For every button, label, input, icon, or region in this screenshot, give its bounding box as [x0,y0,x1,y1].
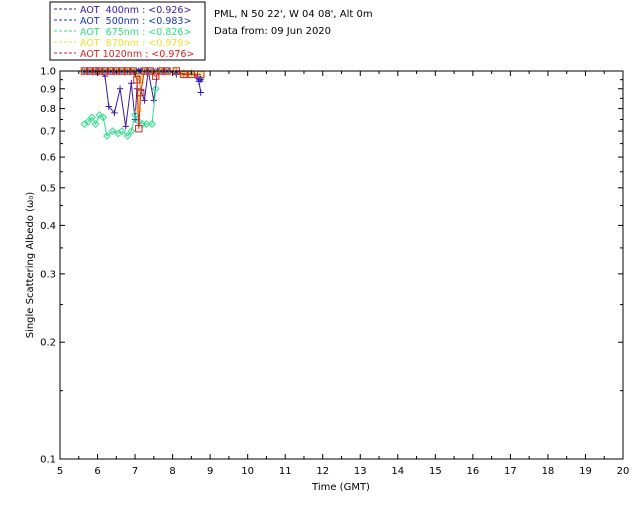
data-marks [80,66,205,140]
legend-label: AOT 1020nm : <0.976> [80,49,194,60]
data-point [116,85,124,92]
x-tick-label: 7 [132,466,138,477]
x-tick-label: 17 [504,466,517,477]
plot-frame [59,70,624,460]
x-tick-label: 11 [279,466,292,477]
data-point [197,89,204,96]
site-info: PML, N 50 22', W 04 08', Alt 0m [214,9,373,20]
x-tick-label: 10 [241,466,254,477]
data-point [141,97,148,104]
y-tick-label: 0.1 [40,455,56,466]
y-tick-label: 0.9 [40,84,56,95]
legend-label: AOT 870nm : <0.979> [80,38,191,49]
y-tick-label: 0.7 [40,127,56,138]
x-tick-label: 15 [429,466,442,477]
x-tick-label: 8 [169,466,175,477]
x-tick-label: 16 [466,466,479,477]
legend-label: AOT 400nm : <0.926> [80,5,191,16]
x-tick-label: 18 [542,466,555,477]
legend: AOT 400nm : <0.926>AOT 500nm : <0.983>AO… [49,1,206,61]
y-tick-label: 0.3 [40,269,56,280]
y-tick-label: 0.4 [40,221,56,232]
x-tick-label: 12 [316,466,329,477]
y-tick-label: 1.0 [40,67,56,78]
x-axis-label: Time (GMT) [311,482,370,493]
data-point [122,123,129,130]
legend-label: AOT 675nm : <0.826> [80,27,191,38]
y-tick-label: 0.5 [40,183,56,194]
series-group [80,84,160,140]
series-group [80,67,205,133]
date-info: Data from: 09 Jun 2020 [214,26,331,37]
x-tick-label: 14 [391,466,404,477]
x-tick-label: 19 [579,466,592,477]
x-tick-label: 13 [354,466,367,477]
y-tick-label: 0.6 [40,153,56,164]
y-tick-label: 0.8 [40,104,56,115]
x-tick-label: 5 [57,466,63,477]
legend-label: AOT 500nm : <0.983> [80,16,191,27]
albedo-chart: AOT 400nm : <0.926>AOT 500nm : <0.983>AO… [25,1,630,493]
y-tick-label: 0.2 [40,338,56,349]
x-axis: 5 6 7 8 9 10 11 12 13 14 15 16 17 18 19 20 [57,71,630,477]
y-axis-label: Single Scattering Albedo (ω₀) [25,192,36,339]
x-tick-label: 9 [207,466,213,477]
x-tick-label: 6 [94,466,100,477]
series-line [84,70,201,129]
x-tick-label: 20 [617,466,630,477]
